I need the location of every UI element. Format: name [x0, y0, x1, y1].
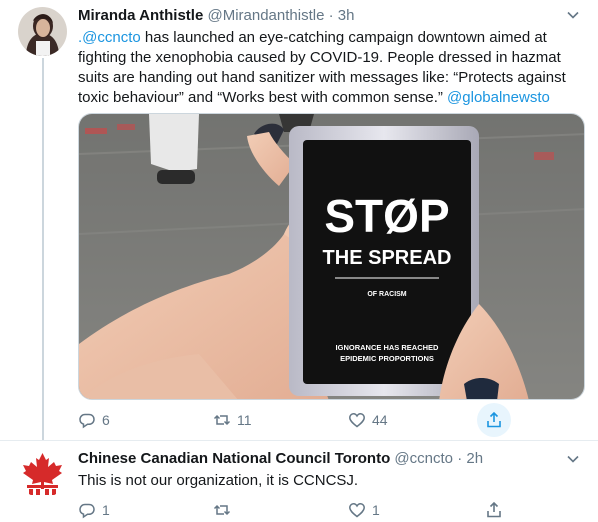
like-icon: [349, 503, 365, 518]
display-name[interactable]: Miranda Anthistle: [78, 7, 203, 24]
bottle-label-bottom-1: IGNORANCE HAS REACHED: [336, 343, 440, 352]
tweet-header: Miranda Anthistle @Mirandanthistle · 3h: [78, 6, 354, 26]
bottle-label-bottom-2: EPIDEMIC PROPORTIONS: [340, 354, 434, 363]
like-button[interactable]: 1: [348, 494, 380, 522]
maple-leaf-logo: [18, 449, 67, 498]
like-button[interactable]: 44: [348, 404, 388, 436]
retweet-button[interactable]: [213, 494, 237, 522]
separator-dot: ·: [457, 450, 463, 467]
bottle-label-stop: STØP: [324, 190, 449, 242]
tweet-text: This is not our organization, it is CCNC…: [78, 472, 359, 489]
share-icon-wrap[interactable]: [485, 404, 503, 436]
timestamp[interactable]: 2h: [466, 450, 483, 467]
reply-icon: [79, 413, 95, 429]
bottle-label-spread: THE SPREAD: [323, 247, 452, 269]
chevron-down-icon[interactable]: [566, 452, 580, 466]
avatar[interactable]: [18, 449, 67, 498]
timestamp[interactable]: 3h: [338, 7, 355, 24]
display-name[interactable]: Chinese Canadian National Council Toront…: [78, 450, 390, 467]
separator-dot: ·: [328, 7, 334, 24]
mention-link[interactable]: .@ccncto: [78, 29, 141, 46]
retweet-icon: [213, 504, 231, 516]
bottle-label-racism: OF RACISM: [367, 291, 406, 298]
reply-button[interactable]: 6: [78, 404, 110, 436]
retweet-button[interactable]: 11: [213, 404, 252, 436]
share-icon: [487, 411, 501, 428]
like-count: 44: [372, 412, 388, 428]
chevron-down-icon[interactable]: [566, 8, 580, 22]
thread-line: [42, 58, 44, 440]
retweet-count: 11: [237, 412, 252, 428]
share-button[interactable]: [485, 494, 503, 522]
reply-count: 1: [102, 502, 110, 518]
tweet-photo[interactable]: STØP THE SPREAD OF RACISM IGNORANCE HAS …: [78, 113, 585, 400]
like-count: 1: [372, 502, 380, 518]
tweet-actions: 1 1: [78, 494, 518, 522]
user-handle[interactable]: @Mirandanthistle: [207, 7, 324, 24]
tweet-miranda[interactable]: Miranda Anthistle @Mirandanthistle · 3h …: [0, 0, 598, 440]
tweet-header: Chinese Canadian National Council Toront…: [78, 449, 483, 469]
tweet-actions: 6 11 44: [78, 403, 518, 437]
reply-count: 6: [102, 412, 110, 428]
share-icon: [487, 501, 501, 518]
user-handle[interactable]: @ccncto: [394, 450, 453, 467]
retweet-icon: [213, 414, 231, 426]
tweet-text: .@ccncto has launched an eye-catching ca…: [78, 28, 578, 108]
reply-icon: [79, 503, 95, 519]
reply-button[interactable]: 1: [78, 494, 110, 522]
mention-link[interactable]: @globalnewsto: [447, 89, 550, 106]
avatar[interactable]: [18, 7, 67, 56]
like-icon: [349, 413, 365, 428]
